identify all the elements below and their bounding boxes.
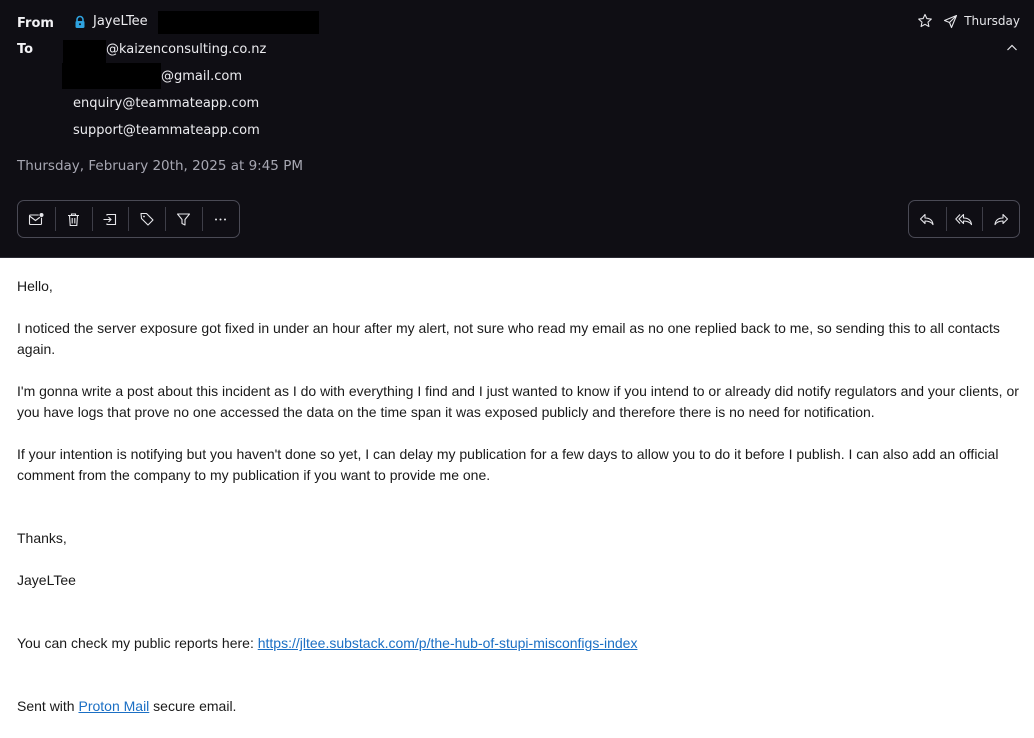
sent-suffix: secure email. xyxy=(149,698,237,714)
message-meta: Thursday xyxy=(917,13,1020,29)
move-button[interactable] xyxy=(91,201,129,237)
filter-icon xyxy=(177,212,191,226)
recipient[interactable]: enquiry@teammateapp.com xyxy=(73,96,259,111)
star-icon[interactable] xyxy=(917,13,933,29)
paragraph: I'm gonna write a post about this incide… xyxy=(17,383,1019,420)
message-header: From To JayeLTee @kaizenconsulting.co.nz… xyxy=(0,0,1034,258)
reply-all-icon xyxy=(955,213,973,225)
reports-link[interactable]: https://jltee.substack.com/p/the-hub-of-… xyxy=(258,635,638,651)
signature: JayeLTee xyxy=(17,572,76,588)
filter-button[interactable] xyxy=(165,201,202,237)
sent-with-line: Sent with Proton Mail secure email. xyxy=(17,696,1027,717)
reports-line: You can check my public reports here: ht… xyxy=(17,633,1027,654)
redacted-recipient xyxy=(63,40,106,63)
lock-icon xyxy=(73,15,87,29)
sender-name: JayeLTee xyxy=(93,14,148,29)
trash-button[interactable] xyxy=(54,201,92,237)
date-short: Thursday xyxy=(964,14,1020,28)
paragraph: If your intention is notifying but you h… xyxy=(17,446,999,483)
forward-icon xyxy=(994,213,1008,225)
sender[interactable]: JayeLTee xyxy=(73,14,148,29)
trash-icon xyxy=(67,212,79,226)
reports-prefix: You can check my public reports here: xyxy=(17,635,258,651)
proton-mail-link[interactable]: Proton Mail xyxy=(78,698,149,714)
reply-toolbar xyxy=(908,200,1020,238)
more-dots-icon xyxy=(215,218,227,220)
reply-all-button[interactable] xyxy=(945,201,983,237)
paragraph: I noticed the server exposure got fixed … xyxy=(17,320,1000,357)
move-to-folder-icon xyxy=(103,213,117,225)
paper-plane-icon xyxy=(944,14,958,28)
mark-unread-button[interactable] xyxy=(18,201,55,237)
closing: Thanks, xyxy=(17,530,67,546)
from-label: From xyxy=(17,16,54,31)
message-date: Thursday, February 20th, 2025 at 9:45 PM xyxy=(17,158,303,174)
sent-prefix: Sent with xyxy=(17,698,79,714)
recipient[interactable]: @gmail.com xyxy=(161,69,242,84)
recipient[interactable]: support@teammateapp.com xyxy=(73,123,260,138)
redacted-sender-address xyxy=(158,11,319,34)
to-label: To xyxy=(17,42,34,57)
chevron-up-icon[interactable] xyxy=(1006,43,1018,53)
forward-button[interactable] xyxy=(982,201,1019,237)
redacted-recipient xyxy=(62,63,161,89)
label-button[interactable] xyxy=(128,201,165,237)
recipient[interactable]: @kaizenconsulting.co.nz xyxy=(106,42,266,57)
more-button[interactable] xyxy=(202,201,239,237)
envelope-dot-icon xyxy=(28,211,45,225)
message-actions-toolbar xyxy=(17,200,240,238)
message-body: Hello, I noticed the server exposure got… xyxy=(17,276,1027,738)
tag-icon xyxy=(140,212,154,226)
reply-button[interactable] xyxy=(909,201,946,237)
reply-icon xyxy=(920,213,934,225)
greeting: Hello, xyxy=(17,278,53,294)
